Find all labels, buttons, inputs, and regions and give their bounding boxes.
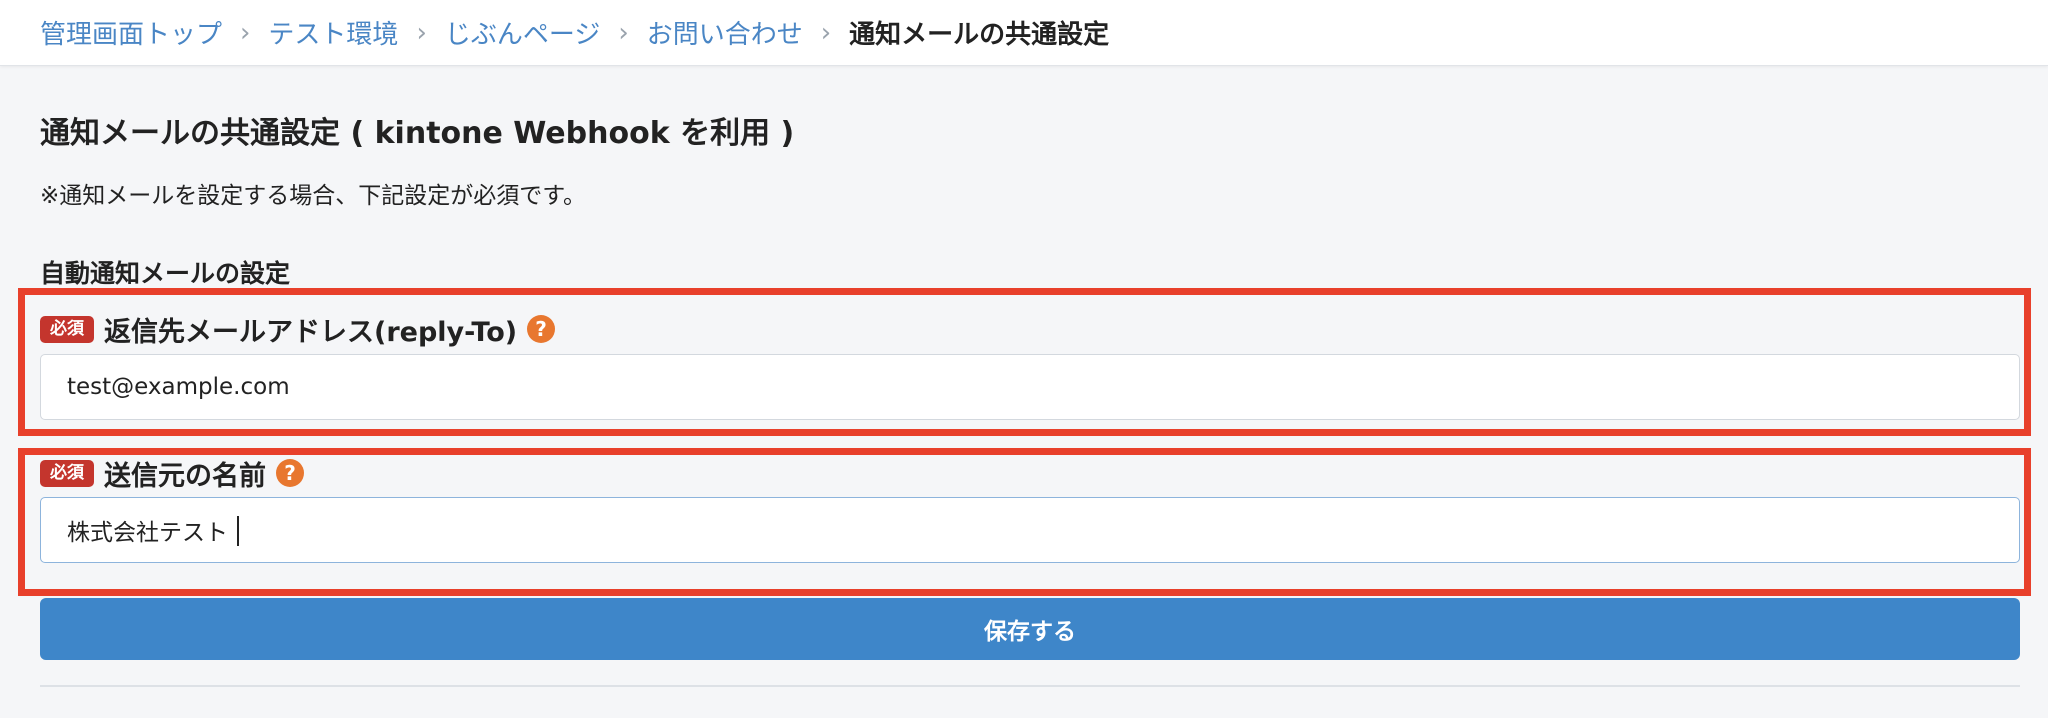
breadcrumb-separator-icon: › [240, 17, 251, 48]
breadcrumb-item-my-page[interactable]: じぶんページ [445, 14, 600, 51]
breadcrumb-separator-icon: › [618, 17, 629, 48]
breadcrumb-item-admin-top[interactable]: 管理画面トップ [40, 14, 222, 51]
divider [40, 685, 2020, 687]
help-icon[interactable]: ? [276, 459, 304, 487]
save-button[interactable]: 保存する [40, 598, 2020, 660]
sender-name-input[interactable] [40, 497, 2020, 563]
breadcrumb-current: 通知メールの共通設定 [849, 20, 1110, 50]
breadcrumb-separator-icon: › [820, 17, 832, 48]
breadcrumb: 管理画面トップ › テスト環境 › じぶんページ › お問い合わせ › 通知メー… [0, 0, 2048, 66]
help-icon[interactable]: ? [527, 315, 556, 343]
breadcrumb-item-contact[interactable]: お問い合わせ [647, 14, 803, 51]
text-caret [237, 516, 239, 546]
reply-to-label: 返信先メールアドレス(reply-To) [104, 316, 518, 348]
required-badge: 必須 [40, 459, 94, 487]
breadcrumb-separator-icon: › [416, 17, 427, 48]
required-badge: 必須 [40, 315, 94, 343]
sender-name-label: 送信元の名前 [104, 460, 266, 492]
page-title: 通知メールの共通設定 ( kintone Webhook を利用 ) [40, 116, 795, 151]
reply-to-label-row: 必須 返信先メールアドレス(reply-To) ? [40, 311, 556, 348]
reply-to-input[interactable] [40, 354, 2020, 420]
sender-name-label-row: 必須 送信元の名前 ? [40, 455, 304, 492]
section-title: 自動通知メールの設定 [40, 259, 291, 288]
notice-text: ※通知メールを設定する場合、下記設定が必須です。 [40, 183, 586, 209]
breadcrumb-item-test-env[interactable]: テスト環境 [268, 14, 398, 51]
